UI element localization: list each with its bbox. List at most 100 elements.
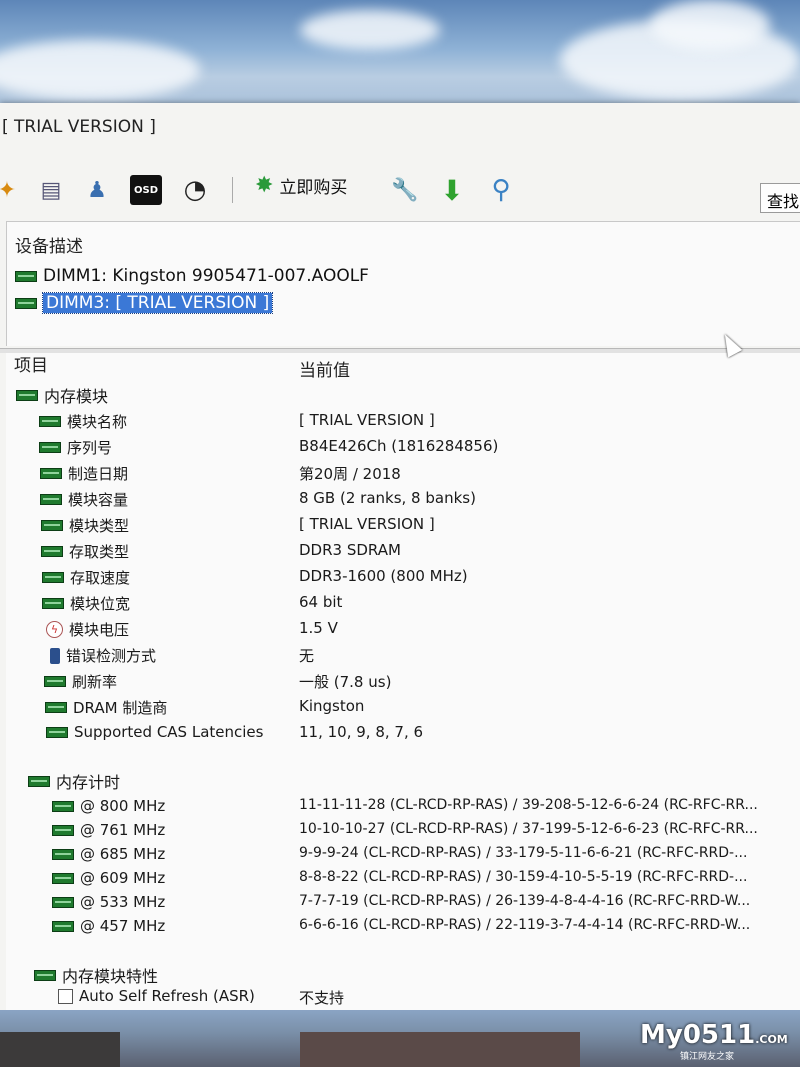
row-label: 错误检测方式 (66, 647, 157, 665)
group-module-features[interactable]: 内存模块特性 (6, 963, 800, 987)
row-value: 8-8-8-22 (CL-RCD-RP-RAS) / 30-159-4-10-5… (299, 869, 748, 885)
ram-icon (42, 598, 64, 609)
ram-icon (52, 800, 74, 812)
row-value: 7-7-7-19 (CL-RCD-RP-RAS) / 26-139-4-8-4-… (299, 893, 751, 909)
row-value: 第20周 / 2018 (299, 465, 401, 483)
group-label: 内存模块特性 (62, 967, 159, 986)
table-row[interactable]: 存取类型 DDR3 SDRAM (6, 541, 800, 565)
toolbar: ✦ ▤ ♟ OSD ◔ ✸ 立即购买 🔧 ⬇ ⚲ 查找 (0, 165, 800, 215)
ram-icon (34, 969, 56, 981)
row-label: @ 685 MHz (80, 845, 166, 863)
row-value: 11-11-11-28 (CL-RCD-RP-RAS) / 39-208-5-1… (299, 797, 758, 813)
row-value: [ TRIAL VERSION ] (299, 411, 435, 429)
table-row[interactable]: 序列号 B84E426Ch (1816284856) (6, 437, 800, 461)
ram-icon (39, 416, 61, 427)
buy-now-button[interactable]: ✸ 立即购买 (255, 173, 347, 198)
ram-icon (52, 848, 74, 860)
group-memory-module[interactable]: 内存模块 (6, 383, 800, 407)
row-value: B84E426Ch (1816284856) (299, 437, 499, 455)
wand-icon[interactable]: ✦ (0, 175, 22, 205)
row-label: 模块容量 (68, 491, 129, 509)
gauge-icon[interactable]: ◔ (180, 175, 210, 205)
row-value: 不支持 (299, 989, 345, 1007)
table-row[interactable]: @ 533 MHz 7-7-7-19 (CL-RCD-RP-RAS) / 26-… (6, 893, 800, 917)
row-label: 模块名称 (67, 413, 128, 431)
table-row[interactable]: @ 685 MHz 9-9-9-24 (CL-RCD-RP-RAS) / 33-… (6, 845, 800, 869)
table-row[interactable]: 制造日期 第20周 / 2018 (6, 463, 800, 487)
table-row[interactable]: 错误检测方式 无 (6, 645, 800, 669)
group-memory-timing[interactable]: 内存计时 (6, 769, 800, 793)
toolbar-separator (232, 177, 233, 203)
row-value: 8 GB (2 ranks, 8 banks) (299, 489, 476, 507)
tools-icon[interactable]: 🔧 (390, 175, 420, 205)
row-label: 模块电压 (69, 621, 130, 639)
table-row[interactable]: @ 761 MHz 10-10-10-27 (CL-RCD-RP-RAS) / … (6, 821, 800, 845)
search-button[interactable]: 查找 (760, 183, 800, 213)
column-header-value[interactable]: 当前值 (299, 356, 350, 381)
ram-icon (52, 896, 74, 908)
row-value: 10-10-10-27 (CL-RCD-RP-RAS) / 37-199-5-1… (299, 821, 758, 837)
ram-icon (28, 775, 50, 787)
ram-icon (41, 546, 63, 557)
table-row[interactable]: @ 609 MHz 8-8-8-22 (CL-RCD-RP-RAS) / 30-… (6, 869, 800, 893)
table-row[interactable]: 模块位宽 64 bit (6, 593, 800, 617)
device-panel-header: 设备描述 (15, 237, 83, 257)
row-value: DDR3 SDRAM (299, 541, 401, 559)
ram-icon (46, 726, 68, 738)
report-icon[interactable]: ▤ (36, 175, 66, 205)
ram-icon (52, 824, 74, 836)
ram-icon (52, 920, 74, 932)
desktop-wallpaper (0, 0, 800, 110)
row-label: @ 533 MHz (80, 893, 166, 911)
table-row[interactable]: 模块容量 8 GB (2 ranks, 8 banks) (6, 489, 800, 513)
row-value: 9-9-9-24 (CL-RCD-RP-RAS) / 33-179-5-11-6… (299, 845, 748, 861)
search-icon[interactable]: ⚲ (486, 175, 516, 205)
star-icon: ✸ (255, 173, 274, 198)
watermark-logo: My0511.COM (640, 1020, 788, 1050)
row-value: 64 bit (299, 593, 343, 611)
row-label: 存取类型 (69, 543, 130, 561)
ram-icon (42, 572, 64, 583)
row-value: 6-6-6-16 (CL-RCD-RP-RAS) / 22-119-3-7-4-… (299, 917, 751, 933)
ram-icon (41, 520, 63, 531)
table-row[interactable]: Auto Self Refresh (ASR) 不支持 (6, 987, 800, 1011)
ram-icon (52, 872, 74, 884)
ram-icon (40, 468, 62, 479)
table-row[interactable]: 刷新率 一般 (7.8 us) (6, 671, 800, 695)
device-item-label: DIMM3: [ TRIAL VERSION ] (41, 292, 274, 314)
row-label: @ 800 MHz (80, 797, 166, 815)
checkbox[interactable] (58, 988, 73, 1004)
osd-icon[interactable]: OSD (130, 175, 162, 205)
row-value: 无 (299, 647, 315, 665)
row-value: 11, 10, 9, 8, 7, 6 (299, 723, 424, 741)
row-label: 模块类型 (69, 517, 130, 535)
row-label: Auto Self Refresh (ASR) (79, 987, 255, 1005)
user-icon[interactable]: ♟ (82, 175, 112, 205)
device-item-dimm3[interactable]: DIMM3: [ TRIAL VERSION ] (15, 292, 274, 314)
table-row[interactable]: ϟ 模块电压 1.5 V (6, 619, 800, 643)
table-row[interactable]: 存取速度 DDR3-1600 (800 MHz) (6, 567, 800, 591)
download-icon[interactable]: ⬇ (437, 174, 467, 207)
ram-icon (40, 494, 62, 505)
device-item-dimm1[interactable]: DIMM1: Kingston 9905471-007.AOOLF (15, 266, 369, 286)
device-description-panel: 设备描述 DIMM1: Kingston 9905471-007.AOOLF D… (6, 221, 800, 346)
watermark-subtitle: 镇江网友之家 (680, 1052, 735, 1062)
row-label: 序列号 (67, 439, 113, 457)
row-label: @ 609 MHz (80, 869, 166, 887)
group-label: 内存计时 (56, 773, 121, 792)
table-row[interactable]: 模块类型 [ TRIAL VERSION ] (6, 515, 800, 539)
table-row[interactable]: @ 457 MHz 6-6-6-16 (CL-RCD-RP-RAS) / 22-… (6, 917, 800, 941)
row-value: [ TRIAL VERSION ] (299, 515, 435, 533)
ram-icon (45, 702, 67, 713)
table-row[interactable]: Supported CAS Latencies 11, 10, 9, 8, 7,… (6, 723, 800, 747)
table-row[interactable]: @ 800 MHz 11-11-11-28 (CL-RCD-RP-RAS) / … (6, 797, 800, 821)
table-row[interactable]: DRAM 制造商 Kingston (6, 697, 800, 721)
details-table: 项目 当前值 内存模块 模块名称 [ TRIAL VERSION ] 序列号 B… (6, 353, 800, 1013)
table-row[interactable]: 模块名称 [ TRIAL VERSION ] (6, 411, 800, 435)
app-window: [ TRIAL VERSION ] ✦ ▤ ♟ OSD ◔ ✸ 立即购买 🔧 ⬇… (0, 103, 800, 1013)
column-header-item[interactable]: 项目 (14, 351, 48, 376)
ram-icon (39, 442, 61, 453)
row-value: Kingston (299, 697, 365, 715)
watermark-domain: .COM (755, 1033, 788, 1046)
voltage-icon: ϟ (46, 621, 63, 638)
